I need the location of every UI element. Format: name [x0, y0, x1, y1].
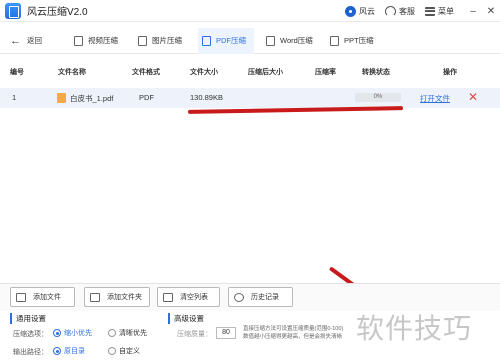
clear-list-button[interactable]: 清空列表 — [157, 287, 220, 307]
quality-note-line: 直接压缩方法可设置压缩质量(范围0-100) — [243, 326, 344, 332]
radio-original-dir[interactable]: 原目录 — [53, 346, 85, 356]
pdf-icon — [202, 35, 211, 46]
back-label: 返回 — [27, 36, 42, 45]
brand-button[interactable]: 风云 — [345, 5, 375, 17]
row-index: 1 — [12, 93, 17, 102]
delete-row-icon[interactable]: ✕ — [468, 90, 478, 104]
radio-label: 缩小优先 — [64, 330, 92, 337]
tab-pdf[interactable]: PDF压缩 — [198, 27, 254, 54]
radio-dot — [108, 329, 116, 337]
clear-list-label: 清空列表 — [180, 294, 208, 301]
radio-dot — [108, 347, 116, 355]
watermark: 软件技巧 — [356, 312, 473, 345]
radio-dot — [53, 329, 61, 337]
minimize-button[interactable]: – — [464, 0, 482, 22]
brand-icon — [345, 5, 356, 17]
tab-label: PPT压缩 — [344, 36, 374, 45]
radio-small-first[interactable]: 缩小优先 — [53, 328, 92, 338]
row-format: PDF — [139, 93, 154, 102]
col-status: 转换状态 — [362, 69, 390, 76]
conversion-progress-bar: 0% — [355, 93, 401, 102]
quality-note-line: 数值越小压缩得更越高，但是会损失清晰 — [243, 334, 343, 340]
col-format: 文件格式 — [132, 69, 160, 76]
radio-label: 原目录 — [64, 348, 85, 355]
table-row[interactable]: 1 白皮书_1.pdf PDF 130.89KB 0% 打开文件 ✕ — [0, 88, 500, 108]
tab-ppt[interactable]: PPT压缩 — [326, 28, 382, 54]
video-icon — [74, 35, 83, 46]
hamburger-icon — [425, 6, 435, 16]
radio-label: 自定义 — [119, 348, 140, 355]
tab-label: 图片压缩 — [152, 36, 182, 45]
col-ratio: 压缩率 — [315, 69, 336, 76]
image-icon — [138, 35, 147, 46]
headset-icon — [385, 5, 396, 17]
row-size: 130.89KB — [190, 93, 223, 102]
tab-label: Word压缩 — [280, 36, 313, 45]
folder-add-icon — [90, 292, 100, 302]
col-compressed-size: 压缩后大小 — [248, 69, 283, 76]
col-index: 编号 — [10, 69, 24, 76]
progress-text: 0% — [373, 94, 383, 100]
nav-bar: ← 返回 视频压缩 图片压缩 PDF压缩 Word压缩 PPT压缩 — [0, 27, 500, 54]
advanced-settings-title: 高级设置 — [168, 313, 204, 324]
ppt-icon — [330, 35, 339, 46]
tab-label: PDF压缩 — [216, 36, 246, 45]
tab-word[interactable]: Word压缩 — [262, 28, 318, 54]
radio-custom-dir[interactable]: 自定义 — [108, 346, 140, 356]
radio-label: 清晰优先 — [119, 330, 147, 337]
col-name: 文件名称 — [58, 69, 86, 76]
title-bar-controls: 风云 客服 菜单 – ✕ — [345, 0, 500, 22]
output-path-label: 输出路径： — [13, 349, 48, 356]
add-file-button[interactable]: 添加文件 — [10, 287, 75, 307]
title-bar: 风云压缩V2.0 风云 客服 菜单 – ✕ — [0, 0, 500, 22]
history-label: 历史记录 — [251, 294, 279, 301]
quality-note: 直接压缩方法可设置压缩质量(范围0-100) 数值越小压缩得更越高，但是会损失清… — [243, 325, 347, 341]
open-file-link[interactable]: 打开文件 — [420, 93, 450, 104]
radio-dot — [53, 347, 61, 355]
tab-image[interactable]: 图片压缩 — [134, 28, 190, 54]
service-label: 客服 — [399, 6, 415, 16]
clock-icon — [234, 292, 244, 302]
quality-input[interactable]: 80 — [216, 327, 236, 339]
col-actions: 操作 — [443, 69, 457, 76]
close-button[interactable]: ✕ — [482, 0, 500, 22]
menu-label: 菜单 — [438, 6, 454, 16]
general-settings-title: 通用设置 — [10, 313, 46, 324]
arrow-left-icon: ← — [10, 34, 21, 47]
menu-button[interactable]: 菜单 — [425, 6, 454, 17]
history-button[interactable]: 历史记录 — [228, 287, 293, 307]
quality-label: 压缩质量： — [177, 331, 212, 338]
add-file-label: 添加文件 — [33, 294, 61, 301]
compress-option-label: 压缩选项： — [13, 331, 48, 338]
tab-label: 视频压缩 — [88, 36, 118, 45]
file-add-icon — [16, 292, 26, 302]
add-folder-label: 添加文件夹 — [107, 294, 142, 301]
brand-label: 风云 — [359, 6, 375, 16]
back-button[interactable]: ← 返回 — [10, 35, 62, 47]
table-header: 编号 文件名称 文件格式 文件大小 压缩后大小 压缩率 转换状态 操作 — [0, 62, 500, 82]
row-file-name: 白皮书_1.pdf — [70, 94, 114, 103]
pdf-file-icon — [57, 93, 66, 103]
app-title: 风云压缩V2.0 — [27, 7, 88, 18]
service-button[interactable]: 客服 — [385, 5, 415, 17]
tab-video[interactable]: 视频压缩 — [70, 28, 126, 54]
col-size: 文件大小 — [190, 69, 218, 76]
app-logo-icon — [5, 2, 21, 19]
trash-icon — [163, 292, 173, 302]
add-folder-button[interactable]: 添加文件夹 — [84, 287, 150, 307]
radio-clarity-first[interactable]: 清晰优先 — [108, 328, 147, 338]
word-icon — [266, 35, 275, 46]
